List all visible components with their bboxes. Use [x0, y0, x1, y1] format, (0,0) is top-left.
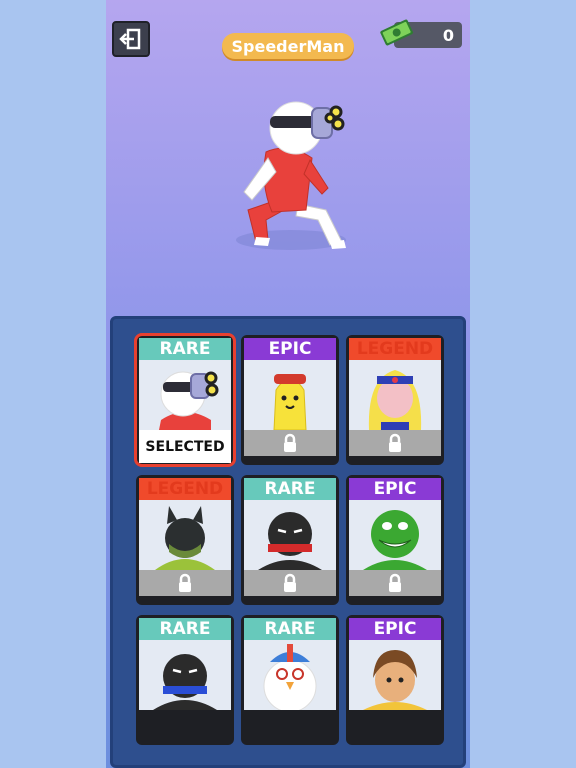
lock-icon [284, 573, 296, 592]
rarity-label: RARE [139, 618, 231, 640]
skin-card[interactable]: LEGEND [346, 335, 444, 465]
selected-label: SELECTED [139, 430, 231, 463]
locked-bar [349, 430, 441, 456]
ninja-red-portrait-icon [244, 500, 336, 570]
skin-card[interactable]: EPIC [241, 335, 339, 465]
skin-card[interactable]: RARE SELECTED [134, 333, 236, 467]
rarity-label: LEGEND [139, 478, 231, 500]
locked-bar [244, 430, 336, 456]
rarity-label: RARE [244, 478, 336, 500]
cash-icon [380, 19, 413, 46]
lock-icon [389, 573, 401, 592]
bat-hero-portrait-icon [139, 500, 231, 570]
speederman-portrait-icon [139, 360, 231, 430]
rarity-label: EPIC [349, 618, 441, 640]
skin-grid: RARE SELECTED EPIC LEGEND LEGEND RARE EP… [134, 333, 448, 745]
chicken-portrait-icon [244, 640, 336, 710]
skin-card[interactable]: RARE [241, 475, 339, 605]
skin-card[interactable]: EPIC [346, 615, 444, 745]
skin-card[interactable]: RARE [136, 615, 234, 745]
locked-bar [349, 570, 441, 596]
speederman-character [236, 101, 346, 250]
green-monster-portrait-icon [349, 500, 441, 570]
game-screen: SpeederMan 0 RARE SELECTED EPIC LEGEND L… [106, 0, 470, 768]
rarity-label: RARE [139, 338, 231, 360]
rarity-label: EPIC [244, 338, 336, 360]
skin-card[interactable]: RARE [241, 615, 339, 745]
rarity-label: EPIC [349, 478, 441, 500]
ninja-blue-portrait-icon [139, 640, 231, 710]
rarity-label: RARE [244, 618, 336, 640]
top-bar: SpeederMan 0 [106, 0, 470, 80]
banana-portrait-icon [244, 360, 336, 430]
back-button[interactable] [112, 21, 150, 57]
lock-icon [284, 433, 296, 452]
locked-bar [244, 570, 336, 596]
skin-selection-panel: RARE SELECTED EPIC LEGEND LEGEND RARE EP… [110, 316, 466, 768]
lock-icon [389, 433, 401, 452]
brown-hair-portrait-icon [349, 640, 441, 710]
skin-card[interactable]: EPIC [346, 475, 444, 605]
blonde-hero-portrait-icon [349, 360, 441, 430]
locked-bar [139, 570, 231, 596]
lock-icon [179, 573, 191, 592]
character-name: SpeederMan [222, 33, 354, 59]
exit-icon [119, 28, 141, 50]
rarity-label: LEGEND [349, 338, 441, 360]
skin-card[interactable]: LEGEND [136, 475, 234, 605]
cash-amount: 0 [442, 25, 454, 45]
